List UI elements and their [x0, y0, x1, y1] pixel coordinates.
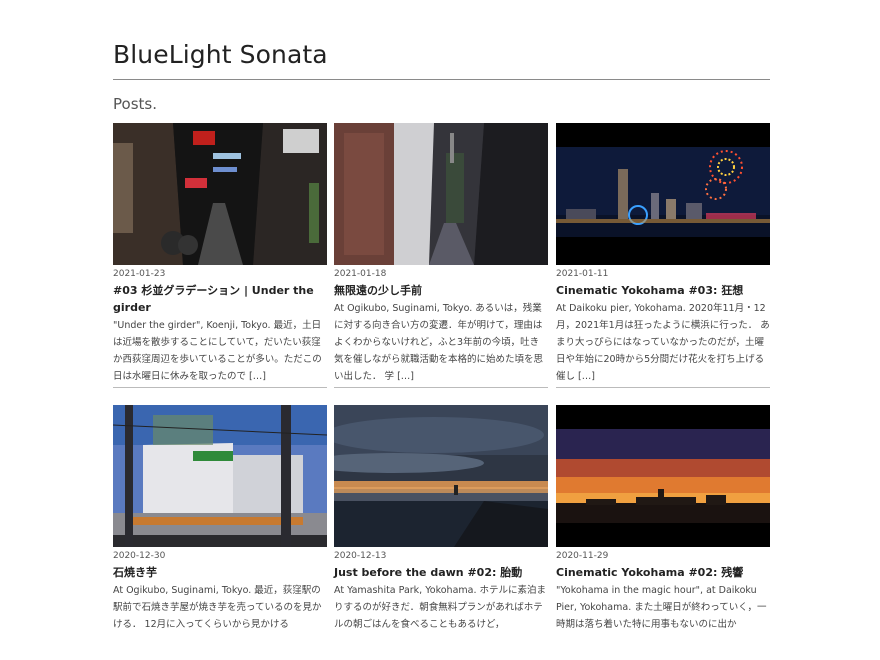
post-card: 2021-01-23 #03 杉並グラデーション | Under the gir…	[113, 123, 327, 388]
post-card: 2021-01-18 無限遠の少し手前 At Ogikubo, Suginami…	[334, 123, 548, 388]
post-date: 2020-12-13	[334, 551, 387, 561]
post-date: 2020-11-29	[556, 551, 609, 561]
title-divider	[113, 79, 770, 80]
post-title[interactable]: Just before the dawn #02: 胎動	[334, 564, 548, 581]
excerpt-text: At Ogikubo, Suginami, Tokyo. 最近，荻窪駅の駅前で石…	[113, 585, 322, 630]
post-card: 2020-12-30 石焼き芋 At Ogikubo, Suginami, To…	[113, 405, 327, 633]
read-more-link[interactable]: […]	[397, 371, 414, 382]
card-divider	[113, 387, 327, 388]
excerpt-text: "Under the girder", Koenji, Tokyo. 最近，土日…	[113, 320, 322, 382]
post-excerpt: At Ogikubo, Suginami, Tokyo. 最近，荻窪駅の駅前で石…	[113, 582, 327, 633]
section-heading: Posts.	[113, 95, 157, 113]
post-card: 2020-12-13 Just before the dawn #02: 胎動 …	[334, 405, 548, 633]
post-thumbnail-yokohama-dusk[interactable]	[556, 405, 770, 547]
card-divider	[334, 387, 548, 388]
post-thumbnail-train-building[interactable]	[113, 405, 327, 547]
post-excerpt: At Ogikubo, Suginami, Tokyo. あるいは，残業に対する…	[334, 300, 548, 385]
card-divider	[556, 387, 770, 388]
post-date: 2021-01-18	[334, 269, 387, 279]
post-title[interactable]: Cinematic Yokohama #03: 狂想	[556, 282, 770, 299]
post-thumbnail-narrow-passage[interactable]	[334, 123, 548, 265]
post-card: 2021-01-11 Cinematic Yokohama #03: 狂想 At…	[556, 123, 770, 388]
post-title[interactable]: 石焼き芋	[113, 564, 327, 581]
excerpt-text: "Yokohama in the magic hour", at Daikoku…	[556, 585, 767, 630]
post-card: 2020-11-29 Cinematic Yokohama #02: 残響 "Y…	[556, 405, 770, 633]
post-title[interactable]: #03 杉並グラデーション | Under the girder	[113, 282, 327, 316]
post-date: 2021-01-11	[556, 269, 609, 279]
post-thumbnail-dawn-sea[interactable]	[334, 405, 548, 547]
post-date: 2021-01-23	[113, 269, 166, 279]
read-more-link[interactable]: […]	[578, 371, 595, 382]
post-excerpt: At Yamashita Park, Yokohama. ホテルに素泊まりするの…	[334, 582, 548, 633]
post-excerpt: At Daikoku pier, Yokohama. 2020年11月・12月，…	[556, 300, 770, 385]
post-title[interactable]: 無限遠の少し手前	[334, 282, 548, 299]
site-title[interactable]: BlueLight Sonata	[113, 40, 328, 69]
post-thumbnail-yokohama-fireworks[interactable]	[556, 123, 770, 265]
read-more-link[interactable]: […]	[249, 371, 266, 382]
post-excerpt: "Yokohama in the magic hour", at Daikoku…	[556, 582, 770, 633]
excerpt-text: At Yamashita Park, Yokohama. ホテルに素泊まりするの…	[334, 585, 547, 630]
excerpt-text: At Ogikubo, Suginami, Tokyo. あるいは，残業に対する…	[334, 303, 544, 382]
post-title[interactable]: Cinematic Yokohama #02: 残響	[556, 564, 770, 581]
post-date: 2020-12-30	[113, 551, 166, 561]
post-thumbnail-night-alley[interactable]	[113, 123, 327, 265]
post-excerpt: "Under the girder", Koenji, Tokyo. 最近，土日…	[113, 317, 327, 385]
